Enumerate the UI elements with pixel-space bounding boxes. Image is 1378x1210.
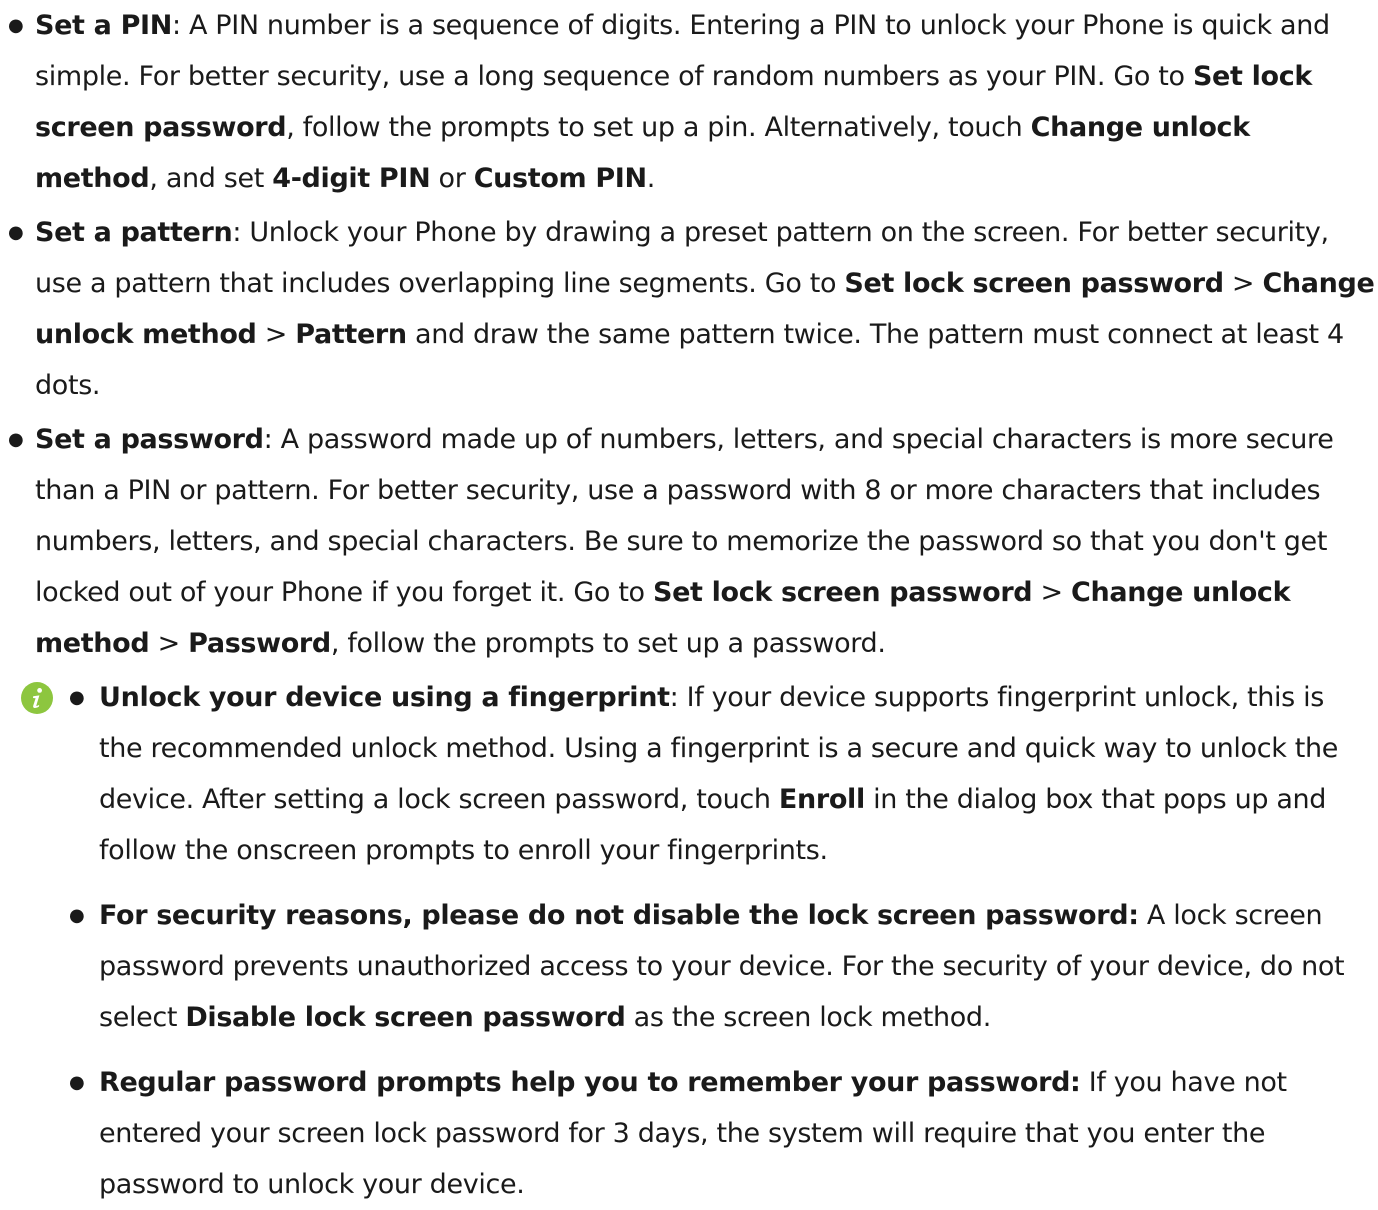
text-segment: , follow the prompts to set up a pin. Al… (286, 112, 1031, 143)
text-segment: , follow the prompts to set up a passwor… (330, 628, 886, 659)
list-item-set-password: ● Set a password: A password made up of … (0, 414, 1375, 669)
bullet-icon: ● (69, 1072, 85, 1093)
item-title: Set a password (35, 424, 264, 455)
item-body: A PIN number is a sequence of digits. En… (35, 10, 1330, 194)
bold-term: 4-digit PIN (272, 163, 431, 194)
note-item-fingerprint: ● Unlock your device using a fingerprint… (0, 672, 1374, 876)
item-separator: : (263, 424, 281, 455)
bullet-icon: ● (8, 222, 24, 243)
text-segment: . (646, 163, 656, 194)
bold-term: Disable lock screen password (185, 1002, 626, 1033)
bold-term: Set lock screen password (652, 577, 1033, 608)
note-item-security-reasons: ● For security reasons, please do not di… (0, 890, 1374, 1043)
text-segment: > (1032, 577, 1072, 608)
note-item-password-prompts: ● Regular password prompts help you to r… (0, 1057, 1374, 1210)
bullet-icon: ● (8, 15, 24, 36)
bullet-icon: ● (69, 905, 85, 926)
text-segment: , and set (149, 163, 273, 194)
text-segment: > (1223, 268, 1263, 299)
text-segment: as the screen lock method. (625, 1002, 992, 1033)
note-block: ● Unlock your device using a fingerprint… (0, 672, 1378, 1210)
bold-term: Enroll (778, 784, 865, 815)
list-item-set-pin: ● Set a PIN: A PIN number is a sequence … (0, 0, 1375, 204)
item-separator (1139, 900, 1147, 931)
lock-method-list: ● Set a PIN: A PIN number is a sequence … (0, 0, 1378, 669)
bold-term: Pattern (295, 319, 407, 350)
list-item-set-pattern: ● Set a pattern: Unlock your Phone by dr… (0, 207, 1375, 411)
text-segment: A PIN number is a sequence of digits. En… (35, 10, 1330, 92)
text-segment: > (256, 319, 296, 350)
item-separator (1081, 1067, 1089, 1098)
bold-term: Custom PIN (473, 163, 647, 194)
bullet-icon: ● (8, 429, 24, 450)
item-body: A password made up of numbers, letters, … (35, 424, 1334, 659)
item-title: Regular password prompts help you to rem… (99, 1067, 1081, 1098)
bold-term: Set lock screen password (844, 268, 1224, 299)
bullet-icon: ● (69, 687, 85, 708)
item-separator: : (171, 10, 189, 41)
item-separator: : (232, 217, 250, 248)
item-title: Set a PIN (35, 10, 172, 41)
bold-term: Password (188, 628, 331, 659)
text-segment: or (430, 163, 474, 194)
item-title: Unlock your device using a fingerprint (99, 682, 670, 713)
text-segment: > (149, 628, 189, 659)
item-separator: : (669, 682, 687, 713)
note-list: ● Unlock your device using a fingerprint… (0, 672, 1378, 1210)
item-title: For security reasons, please do not disa… (99, 900, 1139, 931)
item-title: Set a pattern (35, 217, 233, 248)
